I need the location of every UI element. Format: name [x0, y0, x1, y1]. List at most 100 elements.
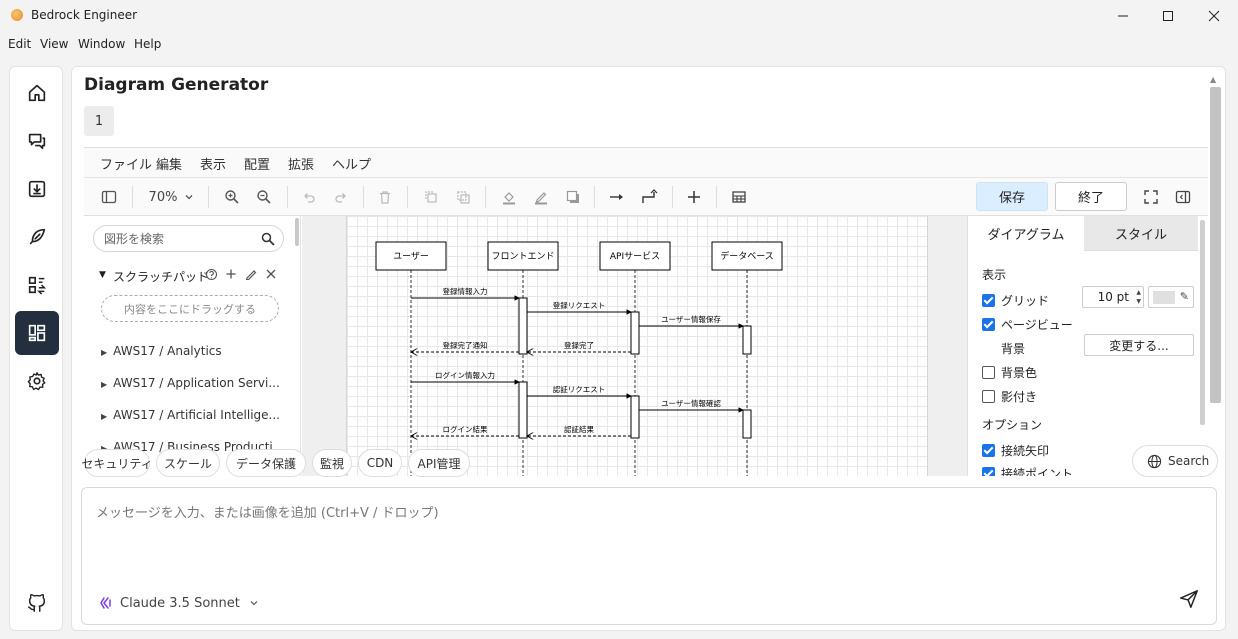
zoom-in-button[interactable] — [221, 186, 243, 208]
table-button[interactable] — [728, 186, 750, 208]
message-label[interactable]: 登録情報入力 — [443, 286, 488, 296]
scroll-thumb[interactable] — [1210, 87, 1221, 403]
participant-user[interactable]: ユーザー — [393, 251, 429, 262]
connection-arrows-checkbox[interactable] — [982, 444, 995, 457]
chip-cdn[interactable]: CDN — [358, 449, 402, 477]
message-label[interactable]: 登録完了 — [564, 340, 594, 350]
canvas-scroll-area[interactable] — [929, 216, 967, 476]
shadow-option[interactable]: 影付き — [982, 388, 1037, 404]
waypoints-button[interactable] — [638, 186, 660, 208]
save-button[interactable]: 保存 — [976, 182, 1048, 211]
pageview-checkbox[interactable] — [982, 318, 995, 331]
chip-security[interactable]: セキュリティ — [81, 449, 153, 477]
nav-home[interactable] — [15, 71, 59, 115]
to-back-button[interactable] — [452, 186, 474, 208]
message-label[interactable]: 登録リクエスト — [553, 300, 606, 310]
model-selector[interactable]: Claude 3.5 Sonnet — [98, 594, 260, 612]
search-icon[interactable] — [261, 232, 275, 246]
scratch-add-icon[interactable] — [225, 268, 237, 283]
zoom-out-button[interactable] — [253, 186, 275, 208]
pageview-option[interactable]: ページビュー — [982, 316, 1073, 332]
tab-diagram[interactable]: ダイアグラム — [968, 216, 1084, 251]
chip-api-management[interactable]: API管理 — [408, 449, 470, 477]
grid-color-picker[interactable]: ✎ — [1148, 286, 1194, 308]
fullscreen-button[interactable] — [1140, 186, 1162, 208]
dio-menu-edit[interactable]: 編集 — [156, 154, 182, 173]
scratch-edit-icon[interactable] — [245, 268, 257, 283]
participant-frontend[interactable]: フロントエンド — [491, 252, 554, 262]
shadow-checkbox[interactable] — [982, 390, 995, 403]
menu-help[interactable]: Help — [134, 37, 161, 51]
diagram-tab-1[interactable]: 1 — [84, 106, 114, 136]
shape-search-input[interactable] — [104, 230, 254, 248]
grid-size-input[interactable]: 10 pt ▲ ▼ — [1082, 286, 1144, 308]
redo-button[interactable] — [330, 186, 352, 208]
format-panel-toggle[interactable] — [1172, 186, 1194, 208]
chip-scale[interactable]: スケール — [156, 449, 220, 477]
chip-monitoring[interactable]: 監視 — [312, 449, 352, 477]
menu-window[interactable]: Window — [78, 37, 125, 51]
exit-button[interactable]: 終了 — [1055, 182, 1127, 211]
minimize-button[interactable] — [1100, 0, 1146, 32]
nav-settings[interactable] — [15, 359, 59, 403]
maximize-button[interactable] — [1145, 0, 1191, 32]
zoom-select[interactable]: 70% — [146, 186, 198, 208]
sidebar-scrollbar[interactable] — [295, 218, 299, 246]
scroll-up-icon[interactable]: ▲ — [1210, 75, 1216, 84]
scratch-close-icon[interactable] — [265, 268, 277, 283]
dio-menu-arrange[interactable]: 配置 — [244, 154, 270, 173]
sidebar-toggle-button[interactable] — [98, 186, 120, 208]
menu-edit[interactable]: Edit — [8, 37, 31, 51]
nav-github[interactable] — [15, 581, 59, 625]
bgcolor-option[interactable]: 背景色 — [982, 364, 1037, 380]
tab-style[interactable]: スタイル — [1084, 216, 1198, 251]
bgcolor-checkbox[interactable] — [982, 366, 995, 379]
format-scrollbar[interactable] — [1200, 220, 1205, 425]
message-label[interactable]: ユーザー情報保存 — [661, 314, 721, 324]
dio-menu-extras[interactable]: 拡張 — [288, 154, 314, 173]
spinner-icon[interactable]: ▲ ▼ — [1136, 288, 1141, 306]
dio-menu-view[interactable]: 表示 — [200, 154, 226, 173]
message-label[interactable]: ユーザー情報確認 — [661, 398, 721, 408]
scratchpad-dropzone[interactable]: 内容をここにドラッグする — [101, 295, 279, 322]
nav-feather[interactable] — [15, 215, 59, 259]
connection-arrows-option[interactable]: 接続矢印 — [982, 442, 1049, 458]
message-label[interactable]: ログイン情報入力 — [435, 370, 495, 380]
main-scrollbar[interactable]: ▲ ▼ — [1208, 73, 1222, 473]
dio-menu-help[interactable]: ヘルプ — [332, 154, 371, 173]
nav-converter[interactable] — [15, 263, 59, 307]
message-label[interactable]: 認証結果 — [564, 424, 594, 434]
scratchpad-header[interactable]: ▼ スクラッチパッド — [99, 268, 289, 284]
shadow-button[interactable] — [562, 186, 584, 208]
nav-diagram[interactable] — [15, 311, 59, 355]
participant-api[interactable]: APIサービス — [610, 251, 660, 262]
library-item[interactable]: ▶ AWS17 / Artificial Intellige... — [101, 408, 291, 422]
close-button[interactable] — [1191, 0, 1237, 32]
to-front-button[interactable] — [420, 186, 442, 208]
library-item[interactable]: ▶ AWS17 / Analytics — [101, 344, 291, 358]
nav-download[interactable] — [15, 167, 59, 211]
grid-option[interactable]: グリッド — [982, 292, 1049, 308]
line-color-button[interactable] — [530, 186, 552, 208]
participant-db[interactable]: データベース — [720, 250, 774, 262]
message-label[interactable]: 認証リクエスト — [553, 384, 606, 394]
change-background-button[interactable]: 変更する... — [1084, 334, 1194, 356]
nav-chat[interactable] — [15, 119, 59, 163]
undo-button[interactable] — [298, 186, 320, 208]
send-button[interactable] — [1178, 588, 1202, 612]
help-icon[interactable] — [205, 268, 218, 284]
connection-points-checkbox[interactable] — [982, 467, 995, 476]
connection-button[interactable] — [606, 186, 628, 208]
delete-button[interactable] — [374, 186, 396, 208]
menu-view[interactable]: View — [40, 37, 68, 51]
dio-menu-file[interactable]: ファイル — [100, 154, 152, 173]
diagram-canvas[interactable]: ユーザー フロントエンド APIサービス データベース 登録情報入力 登録リクエ… — [302, 216, 929, 476]
insert-button[interactable] — [683, 186, 705, 208]
message-label[interactable]: 登録完了通知 — [443, 340, 488, 350]
message-input[interactable] — [96, 502, 1156, 572]
web-search-button[interactable]: Search — [1132, 445, 1218, 477]
chip-data-protection[interactable]: データ保護 — [226, 449, 306, 477]
connection-points-option[interactable]: 接続ポイント — [982, 465, 1073, 476]
fill-color-button[interactable] — [498, 186, 520, 208]
library-item[interactable]: ▶ AWS17 / Application Servi... — [101, 376, 291, 390]
